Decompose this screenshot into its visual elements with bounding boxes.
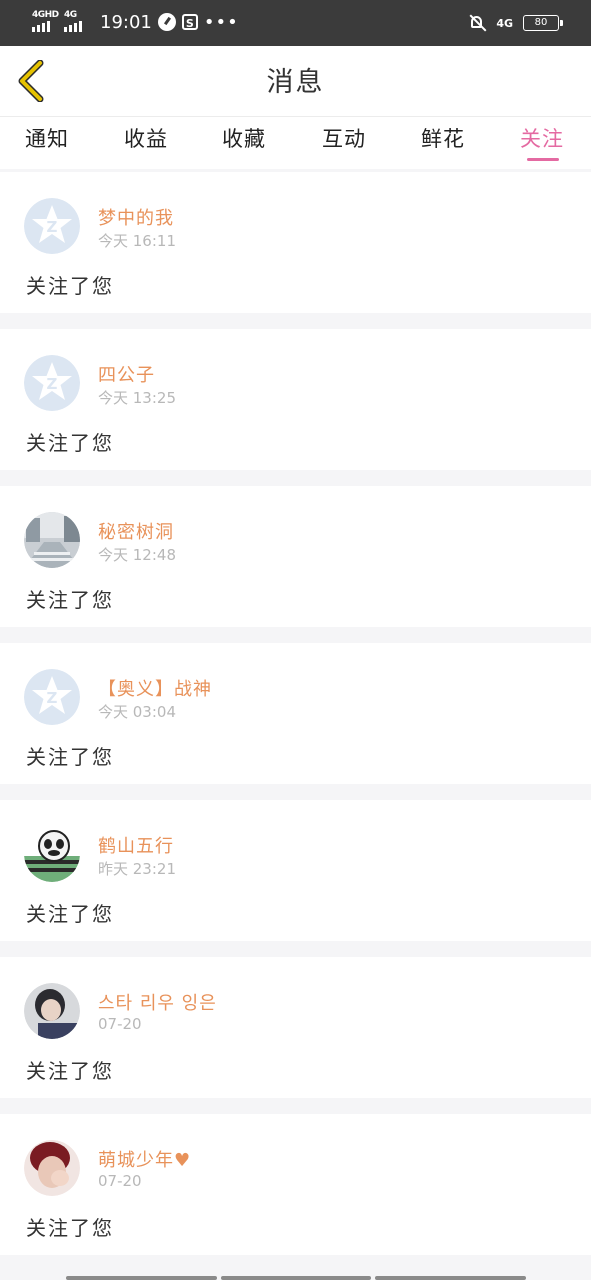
network-type: 4G [496,16,513,30]
message-time: 今天 12:48 [98,546,176,564]
person-photo-avatar [24,983,80,1039]
speedometer-icon [157,13,176,31]
default-avatar-icon: Z [24,355,80,411]
tab-interactions[interactable]: 互动 [322,123,366,153]
tab-notifications[interactable]: 通知 [25,123,69,153]
avatar[interactable] [24,826,80,882]
svg-text:Z: Z [47,218,58,236]
sender-name[interactable]: 鹤山五行 [98,832,174,858]
gesture-bar [66,1276,527,1280]
avatar[interactable] [24,1140,80,1196]
tab-earnings[interactable]: 收益 [124,123,168,153]
avatar[interactable]: Z [24,355,80,411]
app-notification-icon: S [181,14,198,30]
tab-bar: 通知 收益 收藏 互动 鲜花 关注 [0,117,591,169]
message-time: 昨天 23:21 [98,860,176,878]
svg-text:Z: Z [47,375,58,393]
list-item[interactable]: 萌城少年♥ 07-20 关注了您 [0,1114,591,1255]
person-photo-red-avatar [24,1140,80,1196]
more-notifications-icon: ••• [203,11,239,33]
svg-text:Z: Z [47,689,58,707]
message-content: 关注了您 [26,1216,114,1240]
avatar[interactable] [24,512,80,568]
message-time: 今天 16:11 [98,232,176,250]
tab-follows[interactable]: 关注 [520,123,564,153]
active-tab-indicator [527,158,559,161]
avatar[interactable]: Z [24,198,80,254]
avatar[interactable] [24,983,80,1039]
sender-name[interactable]: 萌城少年♥ [98,1146,191,1172]
sender-name[interactable]: 스타 리우 잉은 [98,989,217,1015]
tab-flowers[interactable]: 鲜花 [421,123,465,153]
list-item[interactable]: Z 四公子 今天 13:25 关注了您 [0,329,591,470]
message-time: 今天 13:25 [98,389,176,407]
message-content: 关注了您 [26,274,114,298]
tab-favorites[interactable]: 收藏 [222,123,266,153]
sender-name[interactable]: 秘密树洞 [98,518,174,544]
sender-name[interactable]: 梦中的我 [98,204,174,230]
avatar[interactable]: Z [24,669,80,725]
status-time: 19:01 [100,11,152,33]
list-item[interactable]: 秘密树洞 今天 12:48 关注了您 [0,486,591,627]
battery-icon: 80 [523,15,563,31]
default-avatar-icon: Z [24,198,80,254]
list-item[interactable]: Z 【奥义】战神 今天 03:04 关注了您 [0,643,591,784]
status-bar: 4GHD 4G 19:01 S ••• 4G 80 [0,0,591,46]
message-content: 关注了您 [26,588,114,612]
message-time: 07-20 [98,1015,142,1033]
street-photo-avatar [24,512,80,568]
message-content: 关注了您 [26,431,114,455]
default-avatar-icon: Z [24,669,80,725]
sim2-label: 4G [64,10,77,20]
sender-name[interactable]: 【奥义】战神 [98,675,212,701]
cartoon-panda-avatar [24,826,80,882]
page-title: 消息 [266,67,325,98]
list-item[interactable]: 스타 리우 잉은 07-20 关注了您 [0,957,591,1098]
message-time: 今天 03:04 [98,703,176,721]
signal-icon-sim1: 4GHD [32,10,59,32]
message-content: 关注了您 [26,745,114,769]
message-content: 关注了您 [26,1059,114,1083]
list-item[interactable]: Z 梦中的我 今天 16:11 关注了您 [0,172,591,313]
mute-bell-icon [468,14,486,32]
sender-name[interactable]: 四公子 [98,361,155,387]
header: 消息 [0,46,591,117]
list-item[interactable]: 鹤山五行 昨天 23:21 关注了您 [0,800,591,941]
sim1-label: 4GHD [32,10,59,20]
signal-icon-sim2: 4G [64,10,90,32]
message-content: 关注了您 [26,902,114,926]
message-time: 07-20 [98,1172,142,1190]
